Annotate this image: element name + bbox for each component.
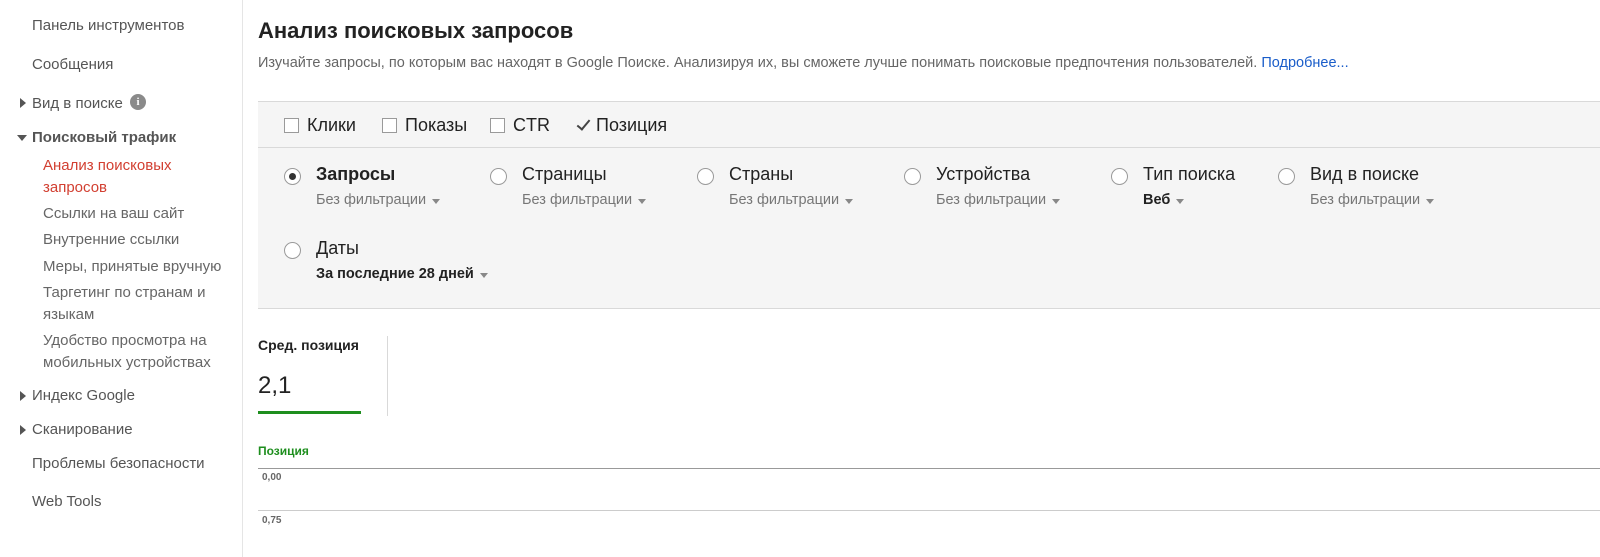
countries-radio[interactable] [697, 168, 714, 185]
dates-filter-dropdown[interactable]: За последние 28 дней [316, 266, 488, 282]
expand-right-icon[interactable] [20, 98, 26, 108]
pages-radio[interactable] [490, 168, 507, 185]
filter-value: Без фильтрации [316, 192, 427, 208]
page-description: Изучайте запросы, по которым вас находят… [258, 55, 1349, 71]
metric-impressions[interactable]: Показы [382, 114, 467, 136]
search-type-radio[interactable] [1111, 168, 1128, 185]
pages-filter-dropdown[interactable]: Без фильтрации [522, 192, 647, 208]
dropdown-arrow-icon [1052, 198, 1061, 204]
filter-value: Без фильтрации [936, 192, 1047, 208]
dimension-label[interactable]: Страны [729, 164, 793, 185]
sidebar-item-international-targeting[interactable]: Таргетинг по странам и языкам [43, 282, 238, 326]
filter-panel: Клики Показы CTR Позиция Запросы Без фил… [258, 101, 1600, 309]
dimension-label[interactable]: Тип поиска [1143, 164, 1235, 185]
description-text: Изучайте запросы, по которым вас находят… [258, 55, 1258, 71]
sidebar-item-search-appearance[interactable]: Вид в поиске [32, 95, 123, 112]
summary-divider [387, 336, 388, 416]
metric-label: Показы [405, 114, 468, 135]
dropdown-arrow-icon [638, 198, 647, 204]
checkmark-icon[interactable] [576, 117, 592, 133]
metric-label: Позиция [596, 114, 668, 135]
filter-value: Без фильтрации [522, 192, 633, 208]
impressions-checkbox[interactable] [382, 117, 397, 133]
metric-label: Клики [307, 114, 356, 135]
filter-value: Без фильтрации [1310, 192, 1421, 208]
queries-filter-dropdown[interactable]: Без фильтрации [316, 192, 441, 208]
info-icon[interactable]: i [130, 94, 146, 110]
dropdown-arrow-icon [1426, 198, 1435, 204]
sidebar-item-manual-actions[interactable]: Меры, принятые вручную [43, 256, 238, 278]
sidebar-item-mobile-usability[interactable]: Удобство просмотра на мобильных устройст… [43, 330, 238, 374]
devices-filter-dropdown[interactable]: Без фильтрации [936, 192, 1061, 208]
sidebar-item-internal-links[interactable]: Внутренние ссылки [43, 229, 238, 251]
filter-value: Веб [1143, 192, 1171, 208]
metric-label: CTR [513, 114, 550, 135]
filter-value: За последние 28 дней [316, 266, 474, 282]
page-title: Анализ поисковых запросов [258, 18, 574, 43]
sidebar-item-messages[interactable]: Сообщения [32, 56, 113, 73]
y-tick-label: 0,00 [262, 472, 282, 483]
sidebar-item-crawl[interactable]: Сканирование [32, 421, 133, 438]
sidebar-item-google-index[interactable]: Индекс Google [32, 387, 135, 404]
metric-ctr[interactable]: CTR [490, 114, 550, 136]
sidebar-item-search-analytics[interactable]: Анализ поисковых запросов [43, 155, 238, 199]
learn-more-link[interactable]: Подробнее... [1261, 55, 1348, 71]
search-type-filter-dropdown[interactable]: Веб [1143, 192, 1185, 208]
chart-gridline [258, 510, 1600, 511]
y-tick-label: 0,75 [262, 515, 282, 526]
countries-filter-dropdown[interactable]: Без фильтрации [729, 192, 854, 208]
dimension-label[interactable]: Страницы [522, 164, 607, 185]
collapse-down-icon[interactable] [17, 135, 27, 141]
dates-radio[interactable] [284, 242, 301, 259]
app-root: Панель инструментов Сообщения Вид в поис… [0, 0, 1600, 557]
expand-right-icon[interactable] [20, 425, 26, 435]
sidebar-item-security-issues[interactable]: Проблемы безопасности [32, 455, 205, 472]
metrics-row: Клики Показы CTR Позиция [258, 102, 1600, 148]
ctr-checkbox[interactable] [490, 117, 505, 133]
dropdown-arrow-icon [845, 198, 854, 204]
dimension-label[interactable]: Вид в поиске [1310, 164, 1419, 185]
filter-value: Без фильтрации [729, 192, 840, 208]
metric-underline [258, 411, 361, 414]
avg-position-value: 2,1 [258, 372, 292, 399]
dimension-label[interactable]: Даты [316, 238, 359, 259]
sidebar-item-search-traffic[interactable]: Поисковый трафик [32, 129, 176, 146]
search-appearance-filter-dropdown[interactable]: Без фильтрации [1310, 192, 1435, 208]
avg-position-label: Сред. позиция [258, 337, 359, 353]
dropdown-arrow-icon [1176, 198, 1185, 204]
chart-gridline [258, 468, 1600, 469]
main-content: Анализ поисковых запросов Изучайте запро… [258, 0, 1600, 557]
sidebar-item-links-to-site[interactable]: Ссылки на ваш сайт [43, 203, 238, 225]
sidebar-item-dashboard[interactable]: Панель инструментов [32, 17, 184, 34]
metric-clicks[interactable]: Клики [284, 114, 356, 136]
metric-position[interactable]: Позиция [576, 114, 667, 136]
clicks-checkbox[interactable] [284, 117, 299, 133]
dimension-label[interactable]: Запросы [316, 164, 395, 185]
chart-series-label: Позиция [258, 444, 309, 458]
devices-radio[interactable] [904, 168, 921, 185]
sidebar-item-web-tools[interactable]: Web Tools [32, 493, 102, 510]
search-appearance-radio[interactable] [1278, 168, 1295, 185]
expand-right-icon[interactable] [20, 391, 26, 401]
dimension-label[interactable]: Устройства [936, 164, 1030, 185]
sidebar: Панель инструментов Сообщения Вид в поис… [0, 0, 243, 557]
queries-radio[interactable] [284, 168, 301, 185]
dropdown-arrow-icon [479, 272, 488, 278]
dropdown-arrow-icon [432, 198, 441, 204]
chart-area: 0,00 0,75 [258, 460, 1600, 557]
